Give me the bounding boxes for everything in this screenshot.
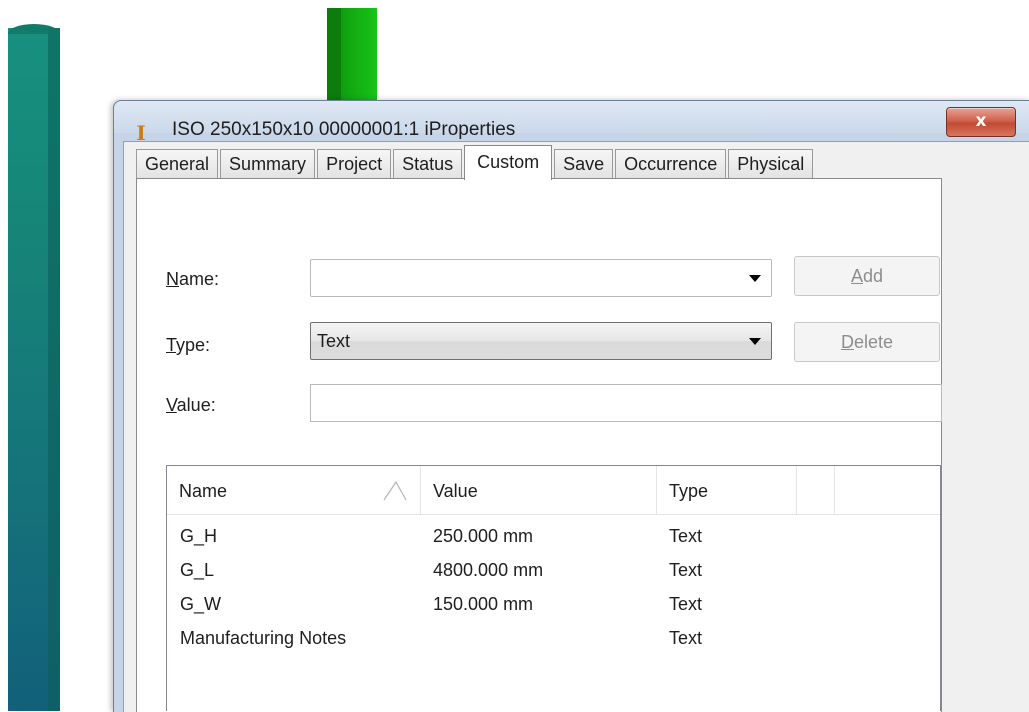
tab-custom[interactable]: Custom	[464, 145, 553, 180]
type-combobox[interactable]: Text	[310, 322, 772, 360]
row-type: Text	[669, 526, 703, 546]
close-button[interactable]: x	[946, 107, 1016, 137]
tab-general[interactable]: General	[136, 149, 219, 178]
value-input[interactable]	[310, 384, 942, 422]
column-header-type[interactable]: Type	[657, 466, 797, 514]
model-beam-green	[327, 8, 377, 108]
list-row[interactable]: G_W 150.000 mm Text	[167, 588, 940, 622]
value-label: Value:	[166, 395, 216, 415]
row-name: G_W	[180, 594, 222, 614]
list-header: Name Value Type	[167, 466, 940, 515]
chevron-down-icon[interactable]	[749, 275, 761, 282]
sort-ascending-icon	[383, 480, 407, 501]
beam-face	[327, 8, 341, 108]
tab-summary[interactable]: Summary	[220, 149, 316, 178]
row-value: 4800.000 mm	[433, 560, 544, 580]
list-row[interactable]: G_H 250.000 mm Text	[167, 520, 940, 554]
custom-properties-list[interactable]: Name Value Type G_H 250.000 mm Text G_L …	[166, 465, 941, 711]
title-bar[interactable]: I ISO 250x150x10 00000001:1 iProperties …	[114, 101, 1029, 143]
row-value: 250.000 mm	[433, 526, 534, 546]
chevron-down-icon[interactable]	[749, 338, 761, 345]
delete-button[interactable]: Delete	[794, 322, 940, 362]
list-row[interactable]: G_L 4800.000 mm Text	[167, 554, 940, 588]
row-type: Text	[669, 628, 703, 648]
tab-occurrence[interactable]: Occurrence	[615, 149, 727, 178]
model-beam-left	[8, 24, 60, 711]
name-combobox[interactable]	[310, 259, 772, 297]
row-name: G_H	[180, 526, 218, 546]
row-name: Manufacturing Notes	[180, 628, 347, 648]
tab-project[interactable]: Project	[317, 149, 392, 178]
tab-strip: General Summary Project Status Custom Sa…	[136, 145, 815, 180]
list-row[interactable]: Manufacturing Notes Text	[167, 622, 940, 656]
type-label: Type:	[166, 335, 211, 355]
tab-physical[interactable]: Physical	[728, 149, 814, 178]
row-type: Text	[669, 560, 703, 580]
row-name: G_L	[180, 560, 215, 580]
tab-save[interactable]: Save	[554, 149, 614, 178]
window-title: ISO 250x150x10 00000001:1 iProperties	[172, 119, 516, 140]
column-header-blank[interactable]	[797, 466, 835, 514]
type-combobox-value: Text	[317, 331, 351, 351]
column-header-name[interactable]: Name	[167, 466, 421, 514]
inventor-app-icon: I	[136, 121, 146, 145]
row-type: Text	[669, 594, 703, 614]
close-icon: x	[975, 111, 987, 131]
beam-edge	[48, 28, 60, 711]
add-button[interactable]: Add	[794, 256, 940, 296]
tab-status[interactable]: Status	[393, 149, 463, 178]
row-value: 150.000 mm	[433, 594, 534, 614]
name-label: Name:	[166, 269, 220, 289]
column-header-value[interactable]: Value	[421, 466, 657, 514]
